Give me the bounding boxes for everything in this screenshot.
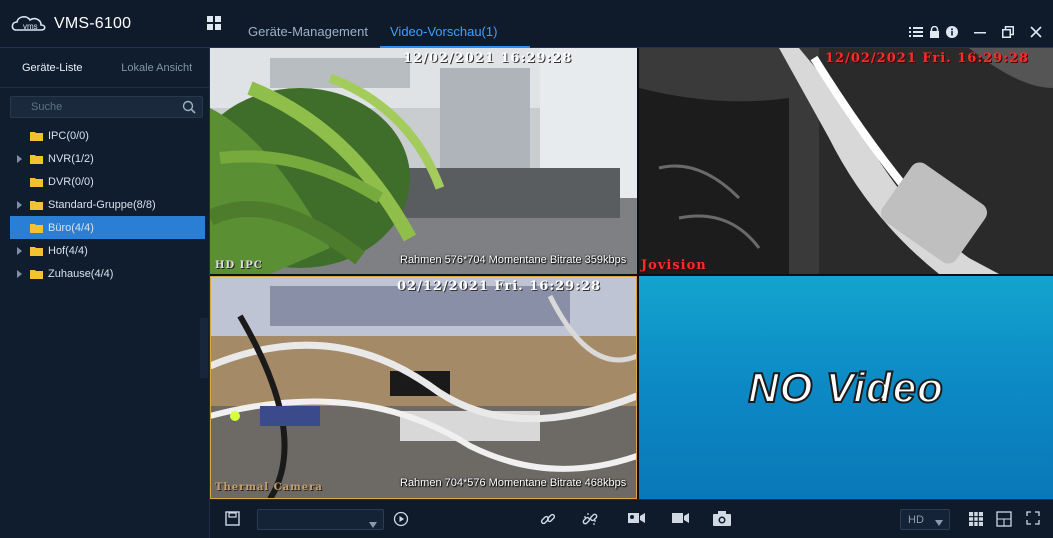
minimize-icon[interactable] <box>971 24 989 40</box>
tree-item-home[interactable]: Zuhause(4/4) <box>0 262 209 285</box>
unlink-icon[interactable] <box>582 511 600 527</box>
expand-arrow-icon[interactable] <box>17 154 23 163</box>
folder-icon <box>30 154 43 164</box>
tree-item-ipc[interactable]: IPC(0/0) <box>0 124 209 147</box>
video-grid: 12/02/2021 16:29:28 HD IPC Rahmen 576*70… <box>210 48 1053 499</box>
video-timestamp: 12/02/2021 Fri. 16:29:28 <box>825 51 1030 66</box>
video-timestamp: 02/12/2021 Fri. 16:29:28 <box>397 279 602 294</box>
link-icon[interactable] <box>540 511 558 527</box>
layout-single-icon[interactable] <box>996 511 1014 527</box>
tree-item-label: NVR(1/2) <box>48 152 94 165</box>
snapshot-icon[interactable] <box>713 511 731 527</box>
folder-icon <box>30 131 43 141</box>
camera-label: Jovision <box>641 258 707 273</box>
tree-item-label: Hof(4/4) <box>48 244 88 257</box>
vms-logo-icon: vms <box>10 13 48 35</box>
restore-icon[interactable] <box>999 24 1017 40</box>
search-input[interactable] <box>11 97 171 117</box>
quality-select[interactable]: HD <box>900 509 950 530</box>
tree-item-dvr[interactable]: DVR(0/0) <box>0 170 209 193</box>
video-timestamp: 12/02/2021 16:29:28 <box>403 51 573 66</box>
app-logo: vms VMS-6100 <box>10 12 190 36</box>
camera-label: HD IPC <box>215 260 263 271</box>
layout-grid-icon[interactable] <box>968 511 986 527</box>
expand-arrow-icon[interactable] <box>17 200 23 209</box>
tree-item-office[interactable]: Büro(4/4) <box>10 216 205 239</box>
quality-value: HD <box>908 514 924 526</box>
no-video-message: NO Video <box>747 363 944 412</box>
logo-text: vms <box>23 22 38 31</box>
tree-item-yard[interactable]: Hof(4/4) <box>0 239 209 262</box>
chevron-down-icon <box>935 517 943 526</box>
video-cell-4[interactable]: NO Video <box>639 276 1053 499</box>
tree-item-nvr[interactable]: NVR(1/2) <box>0 147 209 170</box>
folder-icon <box>30 246 43 256</box>
close-icon[interactable] <box>1027 24 1045 40</box>
app-title: VMS-6100 <box>54 15 132 32</box>
camera-feed-office <box>210 48 637 274</box>
tree-item-label: Büro(4/4) <box>48 221 94 234</box>
search-icon[interactable] <box>182 100 196 114</box>
save-icon[interactable] <box>225 511 243 527</box>
title-bar: vms VMS-6100 Geräte-Management Video-Vor… <box>0 0 1053 48</box>
device-tree: IPC(0/0) NVR(1/2) DVR(0/0) Standard-Grup… <box>0 124 209 285</box>
tab-video-preview[interactable]: Video-Vorschau(1) <box>390 24 497 39</box>
info-icon[interactable] <box>943 24 961 40</box>
folder-icon <box>30 177 43 187</box>
chevron-down-icon <box>369 517 377 528</box>
camera-feed-desk <box>210 276 637 499</box>
sidebar-collapse-handle[interactable] <box>200 318 208 378</box>
video-cell-2[interactable]: 12/02/2021 Fri. 16:29:28 Jovision <box>639 48 1053 274</box>
camera-label: Thermal Camera <box>215 482 323 493</box>
expand-arrow-icon[interactable] <box>17 246 23 255</box>
window-controls <box>907 24 1045 40</box>
tab-device-list[interactable]: Geräte-Liste <box>0 48 105 87</box>
expand-arrow-icon[interactable] <box>17 269 23 278</box>
tree-item-label: Zuhause(4/4) <box>48 267 114 280</box>
tree-item-standard-group[interactable]: Standard-Gruppe(8/8) <box>0 193 209 216</box>
tree-item-label: IPC(0/0) <box>48 129 89 142</box>
menu-grid-icon[interactable] <box>207 16 221 30</box>
play-circle-icon[interactable] <box>393 511 411 527</box>
fullscreen-icon[interactable] <box>1026 511 1044 527</box>
video-record-icon[interactable] <box>672 511 690 527</box>
video-info: Rahmen 704*576 Momentane Bitrate 468kbps <box>400 477 627 489</box>
record-icon[interactable] <box>628 511 646 527</box>
search-box <box>10 96 203 118</box>
tree-item-label: Standard-Gruppe(8/8) <box>48 198 156 211</box>
video-cell-1[interactable]: 12/02/2021 16:29:28 HD IPC Rahmen 576*70… <box>210 48 637 274</box>
lock-icon[interactable] <box>925 24 943 40</box>
camera-feed-infrared <box>639 48 1053 274</box>
folder-icon <box>30 223 43 233</box>
video-info: Rahmen 576*704 Momentane Bitrate 359kbps <box>400 254 627 266</box>
list-icon[interactable] <box>907 24 925 40</box>
sidebar-tabs: Geräte-Liste Lokale Ansicht <box>0 48 209 88</box>
tree-item-label: DVR(0/0) <box>48 175 94 188</box>
video-cell-3[interactable]: 02/12/2021 Fri. 16:29:28 Thermal Camera … <box>210 276 637 499</box>
tab-local-view[interactable]: Lokale Ansicht <box>105 48 210 87</box>
folder-icon <box>30 269 43 279</box>
sidebar: Geräte-Liste Lokale Ansicht IPC(0/0) NVR… <box>0 48 210 538</box>
tab-device-management[interactable]: Geräte-Management <box>248 24 368 39</box>
bottom-toolbar: HD <box>210 499 1053 538</box>
folder-icon <box>30 200 43 210</box>
view-select[interactable] <box>257 509 384 530</box>
